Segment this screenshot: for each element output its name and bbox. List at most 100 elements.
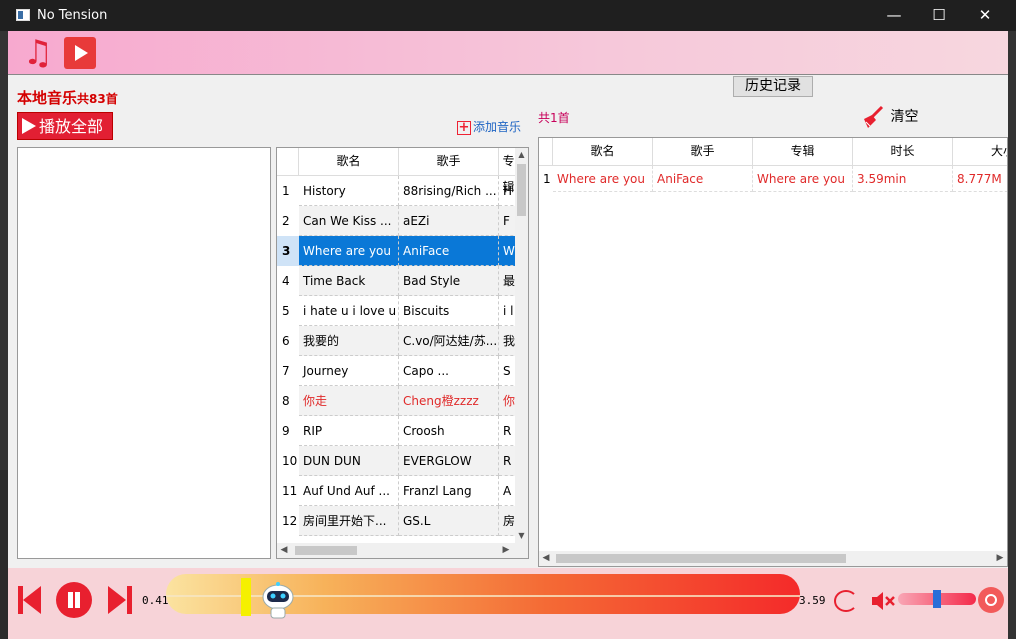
history-table[interactable]: 歌名 歌手 专辑 时长 大小 1 Where are you AniFace W…: [538, 137, 1008, 567]
current-time: 0.41: [142, 594, 169, 607]
scroll-up-icon[interactable]: ▲: [515, 148, 528, 162]
mute-icon[interactable]: [870, 588, 896, 614]
column-header-artist[interactable]: 歌手: [653, 138, 753, 166]
column-header-size[interactable]: 大小: [953, 138, 1007, 166]
cell-name: Auf Und Auf ...: [299, 476, 399, 506]
cell-name: Time Back: [299, 266, 399, 296]
cell-artist: 88rising/Rich ...: [399, 176, 499, 206]
progress-slider[interactable]: [166, 574, 800, 619]
column-header-name[interactable]: 歌名: [553, 138, 653, 166]
cell-artist: AniFace: [399, 236, 499, 266]
cell-size: 8.777M: [953, 166, 1007, 192]
add-music-button[interactable]: + 添加音乐: [457, 118, 521, 135]
cell-name: Journey: [299, 356, 399, 386]
local-song-table[interactable]: 歌名 歌手 专辑 1 History 88rising/Rich ... H 2 Can …: [276, 147, 529, 559]
cell-name: Where are you: [299, 236, 399, 266]
column-header-duration[interactable]: 时长: [853, 138, 953, 166]
column-header-album[interactable]: 专辑: [753, 138, 853, 166]
main-client: ♫ 本地音乐共83首 播放全部 + 添加音乐 歌名 歌手 专辑 1 History 8…: [8, 31, 1008, 639]
next-track-icon[interactable]: [108, 586, 132, 614]
cell-name: Can We Kiss ...: [299, 206, 399, 236]
table-row[interactable]: 11 Auf Und Auf ... Franzl Lang A: [277, 476, 519, 506]
cell-artist: AniFace: [653, 166, 753, 192]
scroll-right-icon[interactable]: ▶: [499, 543, 513, 558]
row-number: 1: [543, 172, 551, 186]
row-number: 11: [282, 484, 298, 498]
row-number: 1: [282, 184, 290, 198]
table-row[interactable]: 8 你走 Cheng橙zzzz 你: [277, 386, 519, 416]
history-button[interactable]: 历史记录: [733, 76, 813, 97]
table-row[interactable]: 10 DUN DUN EVERGLOW R: [277, 446, 519, 476]
maximize-button[interactable]: ☐: [916, 0, 962, 31]
row-number: 7: [282, 364, 290, 378]
local-music-title: 本地音乐: [17, 89, 78, 107]
table-row[interactable]: 6 我要的 C.vo/阿达娃/苏... 我: [277, 326, 519, 356]
table-row[interactable]: 7 Journey Capo ... S: [277, 356, 519, 386]
broom-icon: [864, 105, 884, 128]
pause-icon[interactable]: [56, 582, 92, 618]
cell-name: 房间里开始下...: [299, 506, 399, 536]
table-row[interactable]: 5i hate u i love u Biscuits i l: [277, 296, 519, 326]
plus-icon: +: [457, 120, 471, 135]
video-play-icon[interactable]: [64, 37, 96, 69]
table-row[interactable]: 4 Time Back Bad Style 最: [277, 266, 519, 296]
play-all-button[interactable]: 播放全部: [17, 112, 113, 140]
table-row[interactable]: 1 History 88rising/Rich ... H: [277, 176, 519, 206]
cell-artist: C.vo/阿达娃/苏...: [399, 326, 499, 356]
scroll-right-icon[interactable]: ▶: [993, 551, 1007, 566]
scroll-down-icon[interactable]: ▼: [515, 529, 528, 543]
row-number: 8: [282, 394, 290, 408]
player-bar: 0.41 3.59: [8, 568, 1008, 639]
cell-artist: Capo ...: [399, 356, 499, 386]
cell-duration: 3.59min: [853, 166, 953, 192]
playlist-mode-icon[interactable]: [978, 587, 1004, 613]
playlist-panel[interactable]: [17, 147, 271, 559]
table-row[interactable]: 12 房间里开始下... GS.L 房: [277, 506, 519, 536]
clear-label: 清空: [890, 109, 919, 125]
cell-name: RIP: [299, 416, 399, 446]
row-number: 10: [282, 454, 298, 468]
column-header-name[interactable]: 歌名: [299, 148, 399, 176]
scroll-left-icon[interactable]: ◀: [539, 551, 553, 566]
table-row[interactable]: 1 Where are you AniFace Where are you 3.…: [539, 166, 1007, 192]
robot-mascot-icon: [262, 582, 294, 619]
table-row[interactable]: 2 Can We Kiss ... aEZi F: [277, 206, 519, 236]
background-strip: [0, 470, 8, 639]
play-all-label: 播放全部: [39, 117, 104, 136]
add-music-label: 添加音乐: [473, 120, 522, 134]
cell-artist: aEZi: [399, 206, 499, 236]
scroll-thumb[interactable]: [517, 164, 526, 216]
song-table-vscroll[interactable]: ▲ ▼: [515, 148, 528, 543]
table-row[interactable]: 9 RIP Croosh R: [277, 416, 519, 446]
total-time: 3.59: [799, 594, 826, 607]
row-number: 5: [282, 304, 290, 318]
previous-track-icon[interactable]: [18, 586, 42, 614]
song-table-header: 歌名 歌手 专辑: [277, 148, 519, 194]
history-table-hscroll[interactable]: ◀ ▶: [539, 551, 1007, 566]
local-music-count: 共83首: [77, 92, 118, 106]
loop-icon[interactable]: [834, 590, 858, 612]
clear-button[interactable]: 清空: [860, 105, 918, 129]
table-row[interactable]: 3 Where are you AniFace W: [277, 236, 519, 266]
column-header-artist[interactable]: 歌手: [399, 148, 499, 176]
progress-handle[interactable]: [241, 578, 251, 616]
volume-slider[interactable]: [898, 590, 976, 608]
cell-artist: Croosh: [399, 416, 499, 446]
row-number: 6: [282, 334, 290, 348]
scroll-thumb[interactable]: [556, 554, 846, 563]
close-button[interactable]: ✕: [962, 0, 1008, 31]
cell-name: 我要的: [299, 326, 399, 356]
cell-album: Where are you: [753, 166, 853, 192]
cell-name: 你走: [299, 386, 399, 416]
volume-handle[interactable]: [933, 590, 941, 608]
scroll-left-icon[interactable]: ◀: [277, 543, 291, 558]
cell-name: Where are you: [553, 166, 653, 192]
scroll-thumb[interactable]: [295, 546, 357, 555]
title-bar: No Tension — ☐ ✕: [0, 0, 1016, 31]
minimize-button[interactable]: —: [871, 0, 917, 31]
row-number: 2: [282, 214, 290, 228]
music-note-icon[interactable]: ♫: [20, 34, 56, 72]
window-title: No Tension: [37, 8, 108, 23]
history-table-header: 歌名 歌手 专辑 时长 大小: [539, 138, 1007, 166]
song-table-hscroll[interactable]: ◀ ▶: [277, 543, 528, 558]
